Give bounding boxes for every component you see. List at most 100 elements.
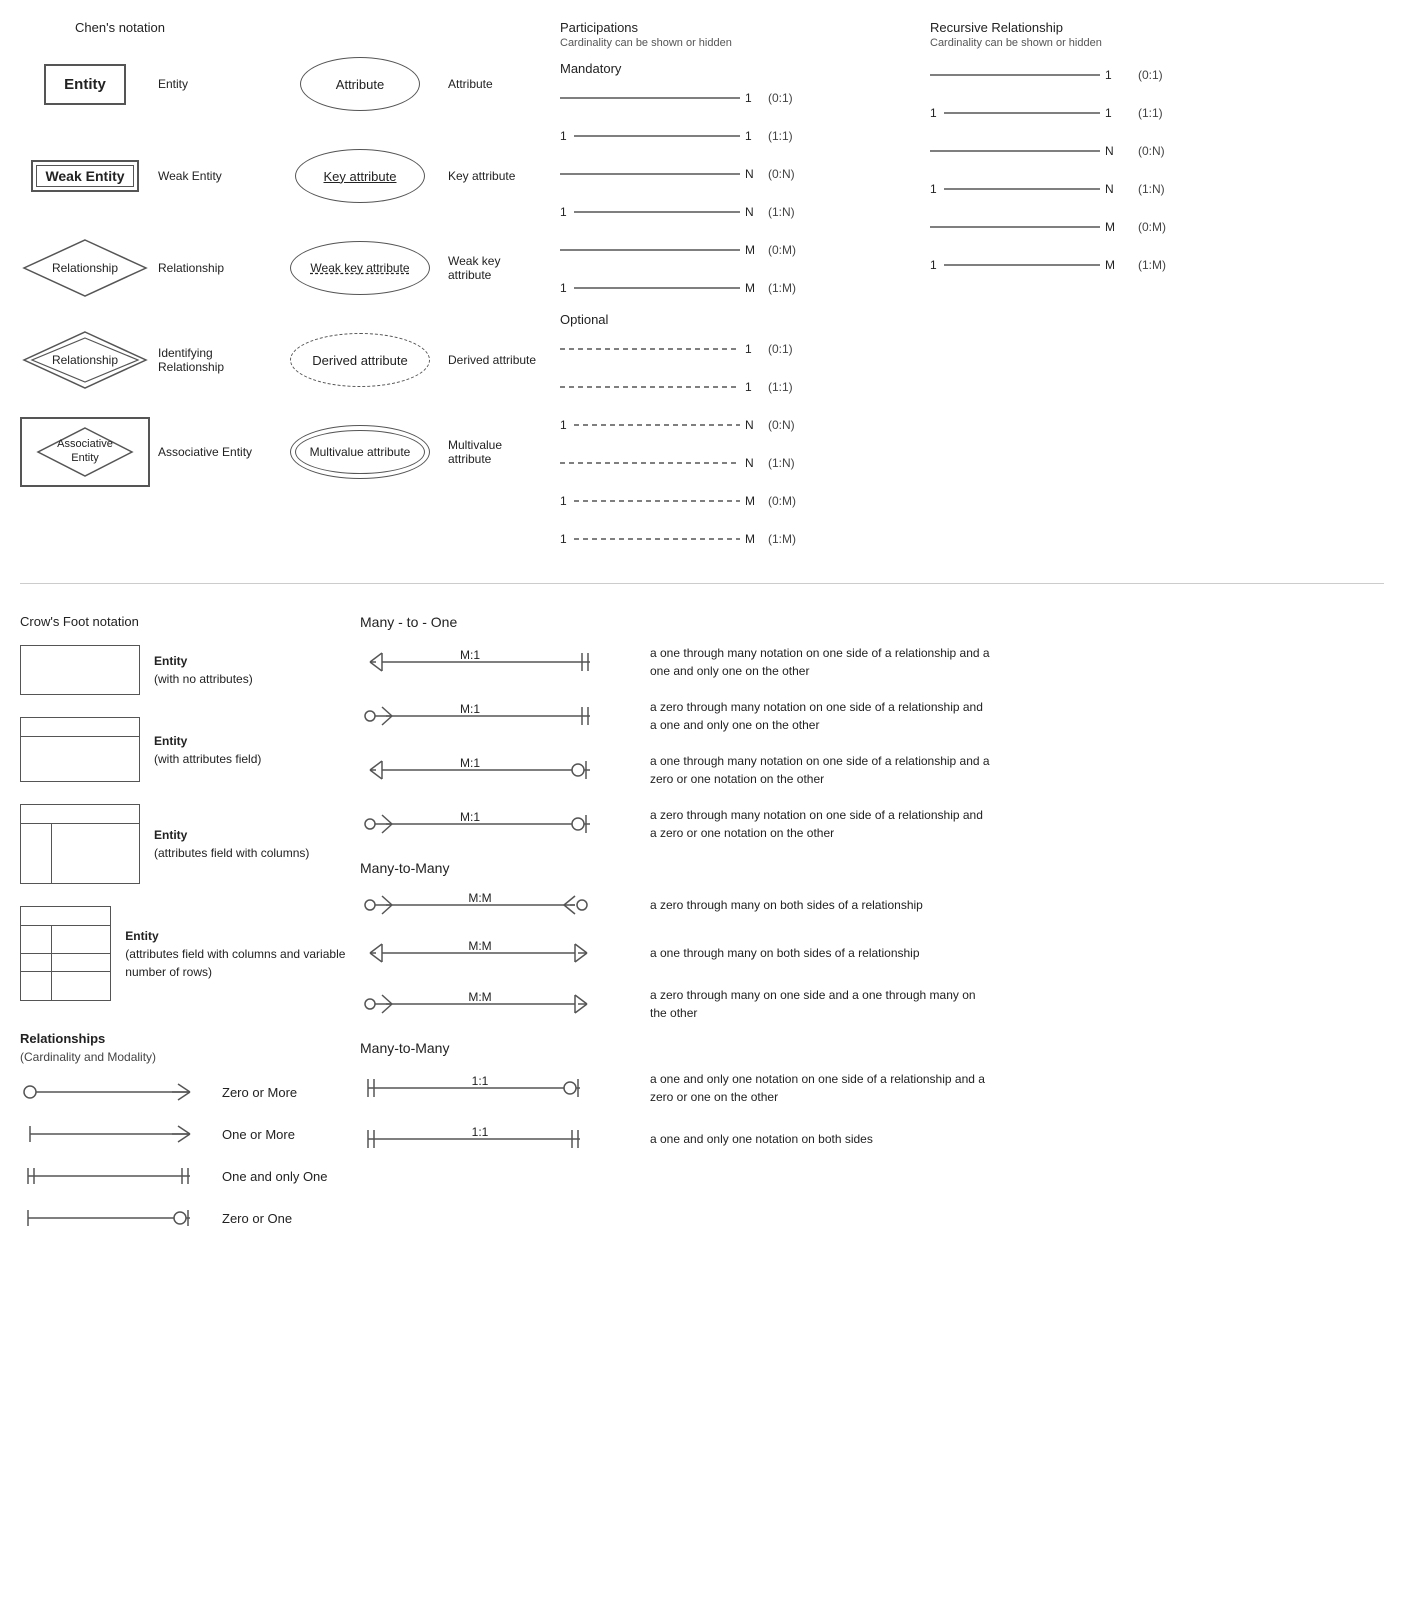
svg-text:N: N bbox=[745, 418, 754, 432]
svg-text:1: 1 bbox=[560, 281, 567, 295]
many-to-many2-header: Many-to-Many bbox=[360, 1040, 1060, 1056]
relationship-label: Relationship bbox=[150, 261, 280, 275]
cf-entity-attr-label: Entity (with attributes field) bbox=[154, 732, 261, 768]
svg-text:N: N bbox=[745, 456, 754, 470]
card-1n: (1:N) bbox=[768, 205, 795, 219]
svg-text:Entity: Entity bbox=[71, 452, 99, 464]
derived-label: Derived attribute bbox=[440, 353, 540, 367]
derived-symbol: Derived attribute bbox=[280, 325, 440, 395]
attribute-label: Attribute bbox=[440, 77, 540, 91]
mandatory-01-svg: 1 bbox=[560, 88, 760, 108]
chens-header: Chen's notation bbox=[20, 20, 220, 35]
opt-row-1m: 1 M (1:M) bbox=[560, 525, 930, 553]
part-row-01: 1 (0:1) bbox=[560, 84, 930, 112]
part-row-1m: 1 M (1:M) bbox=[560, 274, 930, 302]
part-line-1n: 1 N bbox=[560, 202, 760, 222]
cf-entity-simple-box bbox=[20, 645, 140, 695]
cf-row-11-2: 1:1 a one and only one notation on both … bbox=[360, 1124, 1060, 1154]
cf-line-m1-2: M:1 bbox=[360, 701, 640, 731]
optional-1n-svg: N bbox=[560, 453, 760, 473]
svg-text:M:1: M:1 bbox=[460, 702, 480, 716]
rec-card-0n: (0:N) bbox=[1138, 144, 1165, 158]
identifying-diamond-svg: Relationship bbox=[20, 328, 150, 393]
cf-desc-mm-3: a zero through many on one side and a on… bbox=[650, 986, 990, 1022]
section-divider bbox=[20, 583, 1384, 584]
11-2-svg: 1:1 bbox=[360, 1124, 640, 1154]
rec-11-svg: 1 1 bbox=[930, 103, 1130, 123]
multivalue-symbol: Multivalue attribute bbox=[280, 417, 440, 487]
rec-1m-svg: 1 M bbox=[930, 255, 1130, 275]
recursive-panel: Recursive Relationship Cardinality can b… bbox=[930, 20, 1210, 289]
participations-subheader: Cardinality can be shown or hidden bbox=[560, 37, 930, 49]
svg-text:N: N bbox=[1105, 144, 1114, 158]
rec-line-0n: N bbox=[930, 141, 1130, 161]
weak-key-symbol: Weak key attribute bbox=[280, 233, 440, 303]
cf-desc-11-1: a one and only one notation on one side … bbox=[650, 1070, 990, 1106]
part-row-11: 1 1 (1:1) bbox=[560, 122, 930, 150]
part-row-0n: N (0:N) bbox=[560, 160, 930, 188]
cf-line-m1-3: M:1 bbox=[360, 755, 640, 785]
svg-text:N: N bbox=[1105, 182, 1114, 196]
associative-diamond-svg: Associative Entity bbox=[35, 425, 135, 479]
entity-label: Entity bbox=[150, 77, 280, 91]
weak-entity-box: Weak Entity bbox=[31, 160, 138, 192]
mm-2-svg: M:M bbox=[360, 938, 640, 968]
part-line-0n: N bbox=[560, 164, 760, 184]
cf-desc-m1-3: a one through many notation on one side … bbox=[650, 752, 990, 788]
rec-card-01: (0:1) bbox=[1138, 68, 1163, 82]
mandatory-0m-svg: M bbox=[560, 240, 760, 260]
entity-symbol: Entity bbox=[20, 49, 150, 119]
part-line-0m: M bbox=[560, 240, 760, 260]
zero-more-label: Zero or More bbox=[222, 1085, 297, 1100]
opt-row-11: 1 (1:1) bbox=[560, 373, 930, 401]
entity-box: Entity bbox=[44, 64, 126, 105]
opt-card-1n: (1:N) bbox=[768, 456, 795, 470]
rel-zero-more-line bbox=[20, 1080, 210, 1104]
card-0n: (0:N) bbox=[768, 167, 795, 181]
cf-row-mm-1: M:M a zero through many on both sides of… bbox=[360, 890, 1060, 920]
multivalue-label: Multivalue attribute bbox=[440, 438, 540, 466]
rec-line-1m: 1 M bbox=[930, 255, 1130, 275]
optional-0n-svg: 1 N bbox=[560, 415, 760, 435]
opt-line-1m: 1 M bbox=[560, 529, 760, 549]
part-line-01: 1 bbox=[560, 88, 760, 108]
cf-entity-cols-label: Entity (attributes field with columns) bbox=[154, 826, 309, 862]
m1-2-svg: M:1 bbox=[360, 701, 640, 731]
svg-text:1: 1 bbox=[930, 106, 937, 120]
mandatory-11-svg: 1 1 bbox=[560, 126, 760, 146]
crows-left-panel: Crow's Foot notation Entity (with no att… bbox=[20, 614, 360, 1248]
svg-text:M:M: M:M bbox=[468, 990, 491, 1004]
svg-text:1:1: 1:1 bbox=[472, 1125, 489, 1139]
participations-panel: Participations Cardinality can be shown … bbox=[560, 20, 930, 563]
rec-line-1n: 1 N bbox=[930, 179, 1130, 199]
opt-card-0n: (0:N) bbox=[768, 418, 795, 432]
cf-desc-m1-1: a one through many notation on one side … bbox=[650, 644, 990, 680]
cf-line-mm-2: M:M bbox=[360, 938, 640, 968]
svg-text:1: 1 bbox=[560, 494, 567, 508]
derived-ellipse: Derived attribute bbox=[290, 333, 430, 387]
rec-row-01: 1 (0:1) bbox=[930, 61, 1210, 89]
opt-line-01: 1 bbox=[560, 339, 760, 359]
associative-label: Associative Entity bbox=[150, 445, 280, 459]
rel-zero-more: Zero or More bbox=[20, 1080, 360, 1104]
top-section: Chen's notation Entity Entity Attribute … bbox=[20, 20, 1384, 563]
mandatory-1n-svg: 1 N bbox=[560, 202, 760, 222]
opt-line-0m: 1 M bbox=[560, 491, 760, 511]
recursive-subheader: Cardinality can be shown or hidden bbox=[930, 37, 1210, 49]
crows-header: Crow's Foot notation bbox=[20, 614, 360, 629]
recursive-header: Recursive Relationship bbox=[930, 20, 1210, 35]
opt-line-0n: 1 N bbox=[560, 415, 760, 435]
rec-line-0m: M bbox=[930, 217, 1130, 237]
svg-text:Relationship: Relationship bbox=[52, 353, 118, 367]
rel-zero-one: Zero or One bbox=[20, 1206, 360, 1230]
cf-entity-attr: Entity (with attributes field) bbox=[20, 717, 360, 782]
cf-row-m1-3: M:1 a one through many notation on one s… bbox=[360, 752, 1060, 788]
rec-0m-svg: M bbox=[930, 217, 1130, 237]
rec-line-11: 1 1 bbox=[930, 103, 1130, 123]
chens-row-weak: Weak Entity Weak Entity Key attribute Ke… bbox=[20, 141, 560, 211]
svg-text:M:1: M:1 bbox=[460, 648, 480, 662]
svg-text:1: 1 bbox=[560, 532, 567, 546]
weak-entity-symbol: Weak Entity bbox=[20, 141, 150, 211]
opt-line-1n: N bbox=[560, 453, 760, 473]
cf-desc-mm-1: a zero through many on both sides of a r… bbox=[650, 896, 990, 914]
